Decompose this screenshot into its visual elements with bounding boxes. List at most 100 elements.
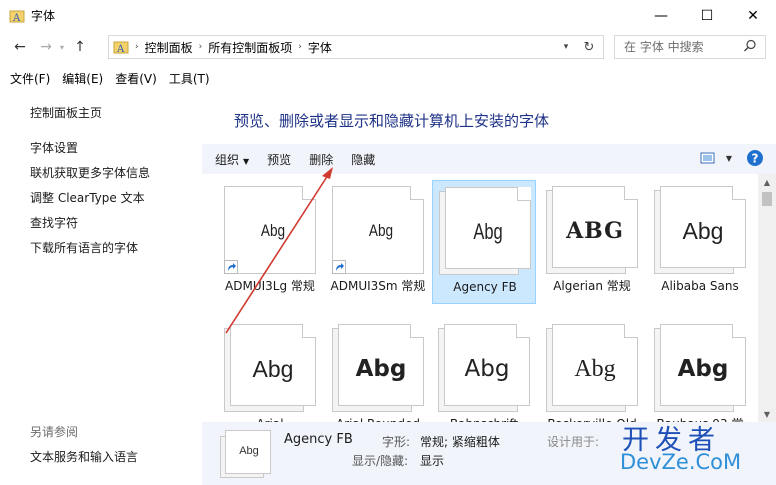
search-input[interactable] [615,40,740,54]
up-button[interactable]: ↑ [70,35,90,59]
breadcrumb-control-panel[interactable]: 控制面板 [141,39,197,56]
breadcrumb-fonts[interactable]: 字体 [304,39,336,56]
find-character-link[interactable]: 查找字符 [30,214,78,231]
search-icon[interactable] [743,39,757,53]
address-dropdown-button[interactable]: ▾ [557,36,575,58]
refresh-button[interactable]: ↻ [579,36,599,58]
font-tile[interactable]: AbgArial Rounded [326,318,430,422]
menu-view[interactable]: 查看(V) [109,70,163,87]
maximize-button[interactable]: ☐ [684,0,730,31]
font-tile[interactable]: Abg ADMUI3Sm 常规 [326,180,430,304]
download-all-fonts-link[interactable]: 下载所有语言的字体 [30,239,138,256]
page-fold [732,324,746,338]
shortcut-arrow-icon [224,260,238,274]
visibility-value: 显示 [420,454,445,468]
page-fold [624,186,638,200]
font-grid: Abg ADMUI3Lg 常规 Abg ADMUI3Sm 常规 Abg Agency FB… [202,174,758,422]
font-thumbnail: Abg [654,186,746,274]
svg-text:A: A [12,13,21,24]
font-thumbnail: Abg [224,324,316,412]
font-thumbnail: Abg [438,324,530,412]
command-bar: 组织 ▼ 预览 删除 隐藏 ▼ ? [202,144,776,174]
menu-edit[interactable]: 编辑(E) [56,70,109,87]
text-services-link[interactable]: 文本服务和输入语言 [30,448,138,465]
chevron-down-icon[interactable]: ▼ [726,154,732,163]
font-folder-icon: A [113,41,129,55]
font-sample: Abg [260,221,286,240]
menu-tools[interactable]: 工具(T) [163,70,216,87]
font-settings-link[interactable]: 字体设置 [30,139,78,156]
organize-label: 组织 [215,152,240,167]
style-value: 常规; 紧缩粗体 [420,435,500,449]
see-also-title: 另请参阅 [30,425,79,439]
back-button[interactable]: ← [10,35,30,59]
online-font-info-link[interactable]: 联机获取更多字体信息 [30,164,150,181]
recent-locations-button[interactable]: ▾ [56,35,68,59]
font-thumbnail: Abg [546,324,638,412]
font-thumbnail: Abg [332,186,424,274]
forward-button[interactable]: → [36,35,56,59]
organize-button[interactable]: 组织 ▼ [202,151,258,168]
menu-file[interactable]: 文件(F) [4,70,56,87]
arrow-left-icon: ← [14,39,26,55]
font-tile[interactable]: Abg Alibaba Sans [648,180,752,304]
font-tile[interactable]: Abg ADMUI3Lg 常规 [218,180,322,304]
watermark: 开发者 DevZe.CoM [614,418,774,482]
font-sample: Abg [355,356,407,382]
font-sample: ABG [566,218,624,244]
font-tile[interactable]: Abg Agency FB [432,180,536,304]
font-name-label: Alibaba Sans [661,279,739,293]
scroll-thumb[interactable] [762,192,772,206]
font-sample: Abg [464,356,510,382]
arrow-right-icon: → [40,39,52,55]
font-sample: Abg [574,355,616,382]
font-name-label: Algerian 常规 [553,279,631,293]
font-sample: Abg [677,356,729,382]
font-thumbnail: ABG [546,186,638,274]
minimize-button[interactable]: — [638,0,684,31]
style-label: 字形: [382,435,411,449]
refresh-icon: ↻ [583,39,595,55]
font-sample: Abg [252,355,294,382]
minimize-icon: — [654,7,668,24]
page-fold [302,324,316,338]
left-task-panel: 控制面板主页 字体设置 联机获取更多字体信息 调整 ClearType 文本 查… [0,92,202,485]
designer-label: 设计用于: [547,435,600,449]
font-folder-icon: A [9,10,25,24]
page-fold [516,324,530,338]
address-row: ← → ▾ ↑ A › 控制面板 › 所有控制面板项 › 字体 ▾ ↻ [0,31,776,63]
font-tile[interactable]: AbgBauhaus 93 常 [648,318,752,422]
control-panel-home-link[interactable]: 控制面板主页 [30,104,102,121]
font-tile[interactable]: AbgBahnschrift [432,318,536,422]
font-tile[interactable]: AbgBaskerville Old [540,318,644,422]
page-fold [410,324,424,338]
close-icon: ✕ [747,7,759,24]
maximize-icon: ☐ [700,7,714,24]
view-options-icon[interactable] [700,151,716,165]
window-title: 字体 [31,9,56,23]
close-button[interactable]: ✕ [730,0,776,31]
chevron-down-icon: ▼ [243,156,250,166]
delete-button[interactable]: 删除 [300,151,342,168]
details-font-thumbnail: Abg [220,430,274,478]
font-thumbnail: Abg [439,187,531,275]
arrow-up-icon: ↑ [74,39,86,55]
search-box[interactable] [614,35,766,59]
chevron-right-icon: › [298,42,302,52]
hide-button[interactable]: 隐藏 [342,151,384,168]
preview-button[interactable]: 预览 [258,151,300,168]
address-bar[interactable]: A › 控制面板 › 所有控制面板项 › 字体 ▾ ↻ [108,35,604,59]
title-bar: A 字体 — ☐ ✕ [0,0,776,31]
vertical-scrollbar[interactable]: ▲ ▼ [758,174,776,422]
chevron-right-icon: › [135,42,139,52]
scroll-up-icon[interactable]: ▲ [758,174,776,190]
font-sample: Abg [368,221,394,240]
page-fold [624,324,638,338]
visibility-label: 显示/隐藏: [352,454,409,468]
help-icon[interactable]: ? [746,149,764,167]
font-tile[interactable]: AbgArial [218,318,322,422]
cleartype-link[interactable]: 调整 ClearType 文本 [30,189,145,206]
breadcrumb-all-items[interactable]: 所有控制面板项 [204,39,296,56]
font-tile[interactable]: ABG Algerian 常规 [540,180,644,304]
font-thumbnail: Abg [224,186,316,274]
